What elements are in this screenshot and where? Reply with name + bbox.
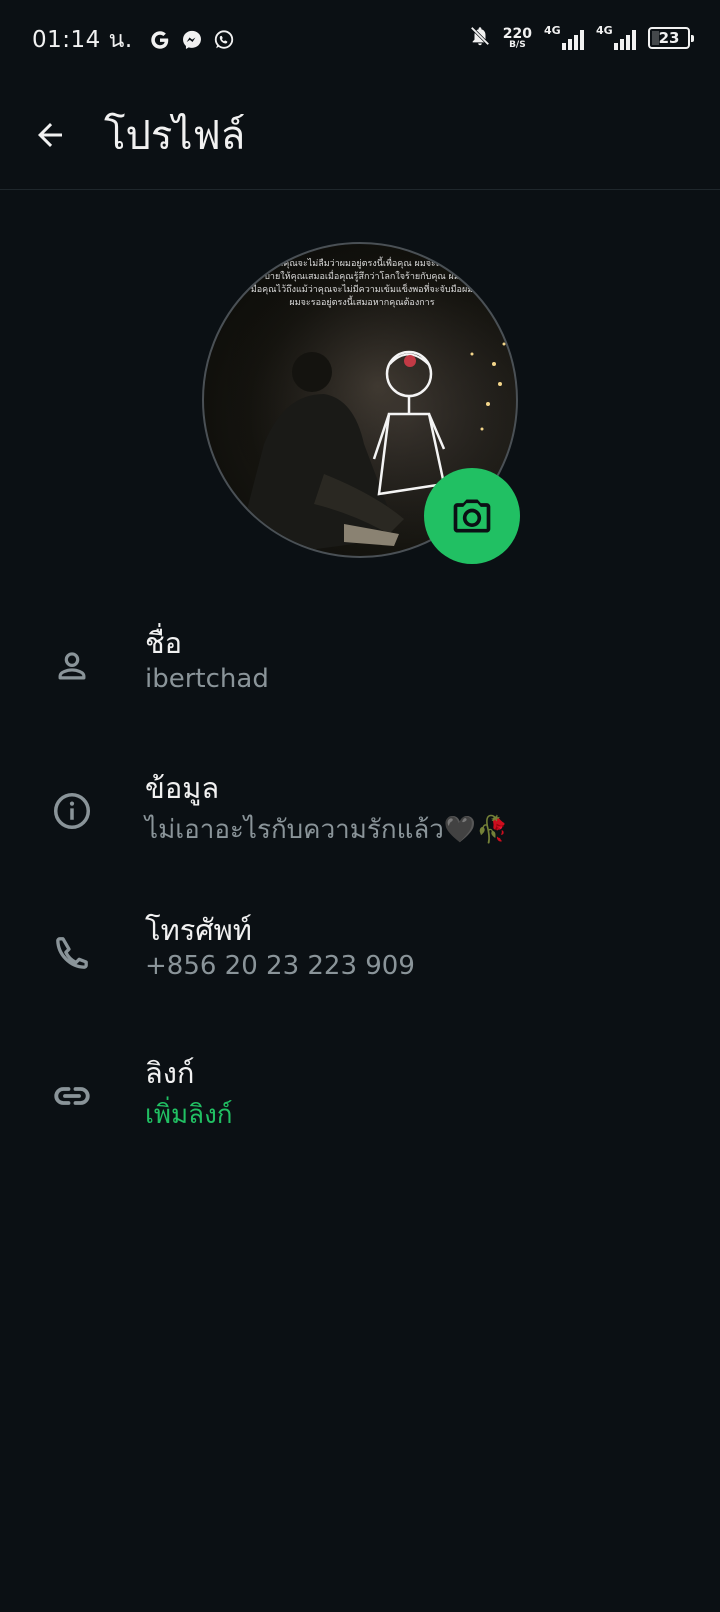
about-row[interactable]: ข้อมูล ไม่เอาอะไรกับความรักแล้ว🖤🥀 bbox=[0, 765, 720, 885]
info-icon bbox=[48, 787, 96, 835]
bell-muted-icon bbox=[469, 24, 491, 52]
links-label: ลิงก์ bbox=[145, 1056, 195, 1090]
phone-row[interactable]: โทรศัพท์ +856 20 23 223 909 bbox=[0, 907, 720, 1027]
name-row[interactable]: ชื่อ ibertchad bbox=[0, 620, 720, 740]
person-icon bbox=[48, 642, 96, 690]
name-value: ibertchad bbox=[145, 664, 269, 694]
status-notification-icons bbox=[149, 29, 235, 51]
arrow-left-icon bbox=[38, 122, 62, 147]
about-value: ไม่เอาอะไรกับความรักแล้ว🖤🥀 bbox=[145, 815, 509, 845]
network-speed: 220 B/S bbox=[502, 25, 532, 50]
back-button[interactable] bbox=[26, 111, 74, 159]
link-icon bbox=[48, 1072, 96, 1120]
profile-photo-text: ว่าคุณจะไม่ลืมว่าผมอยู่ตรงนี้เพื่อคุณ ผม… bbox=[250, 259, 474, 308]
messenger-icon bbox=[181, 29, 203, 51]
signal-sim2-icon: 4G bbox=[596, 24, 636, 50]
battery-icon: 23 bbox=[648, 27, 694, 49]
phone-label: โทรศัพท์ bbox=[145, 913, 252, 947]
status-time: 01:14 น. bbox=[32, 27, 133, 53]
status-bar: 01:14 น. 220 B/S 4G 4G 23 bbox=[0, 0, 720, 80]
app-bar: โปรไฟล์ bbox=[0, 80, 720, 190]
status-system-icons: 220 B/S 4G 4G 23 bbox=[469, 24, 694, 52]
change-photo-button[interactable] bbox=[424, 468, 520, 564]
name-label: ชื่อ bbox=[145, 626, 183, 660]
whatsapp-icon bbox=[213, 29, 235, 51]
battery-level: 23 bbox=[658, 29, 680, 47]
phone-value: +856 20 23 223 909 bbox=[145, 951, 415, 981]
page-title: โปรไฟล์ bbox=[104, 112, 246, 159]
links-row[interactable]: ลิงก์ เพิ่มลิงก์ bbox=[0, 1050, 720, 1170]
add-link-button[interactable]: เพิ่มลิงก์ bbox=[145, 1094, 233, 1135]
phone-icon bbox=[48, 929, 96, 977]
google-icon bbox=[149, 29, 171, 51]
profile-photo-section: ว่าคุณจะไม่ลืมว่าผมอยู่ตรงนี้เพื่อคุณ ผม… bbox=[202, 242, 520, 564]
signal-sim1-icon: 4G bbox=[544, 24, 584, 50]
camera-icon bbox=[453, 499, 491, 533]
about-label: ข้อมูล bbox=[145, 771, 220, 805]
